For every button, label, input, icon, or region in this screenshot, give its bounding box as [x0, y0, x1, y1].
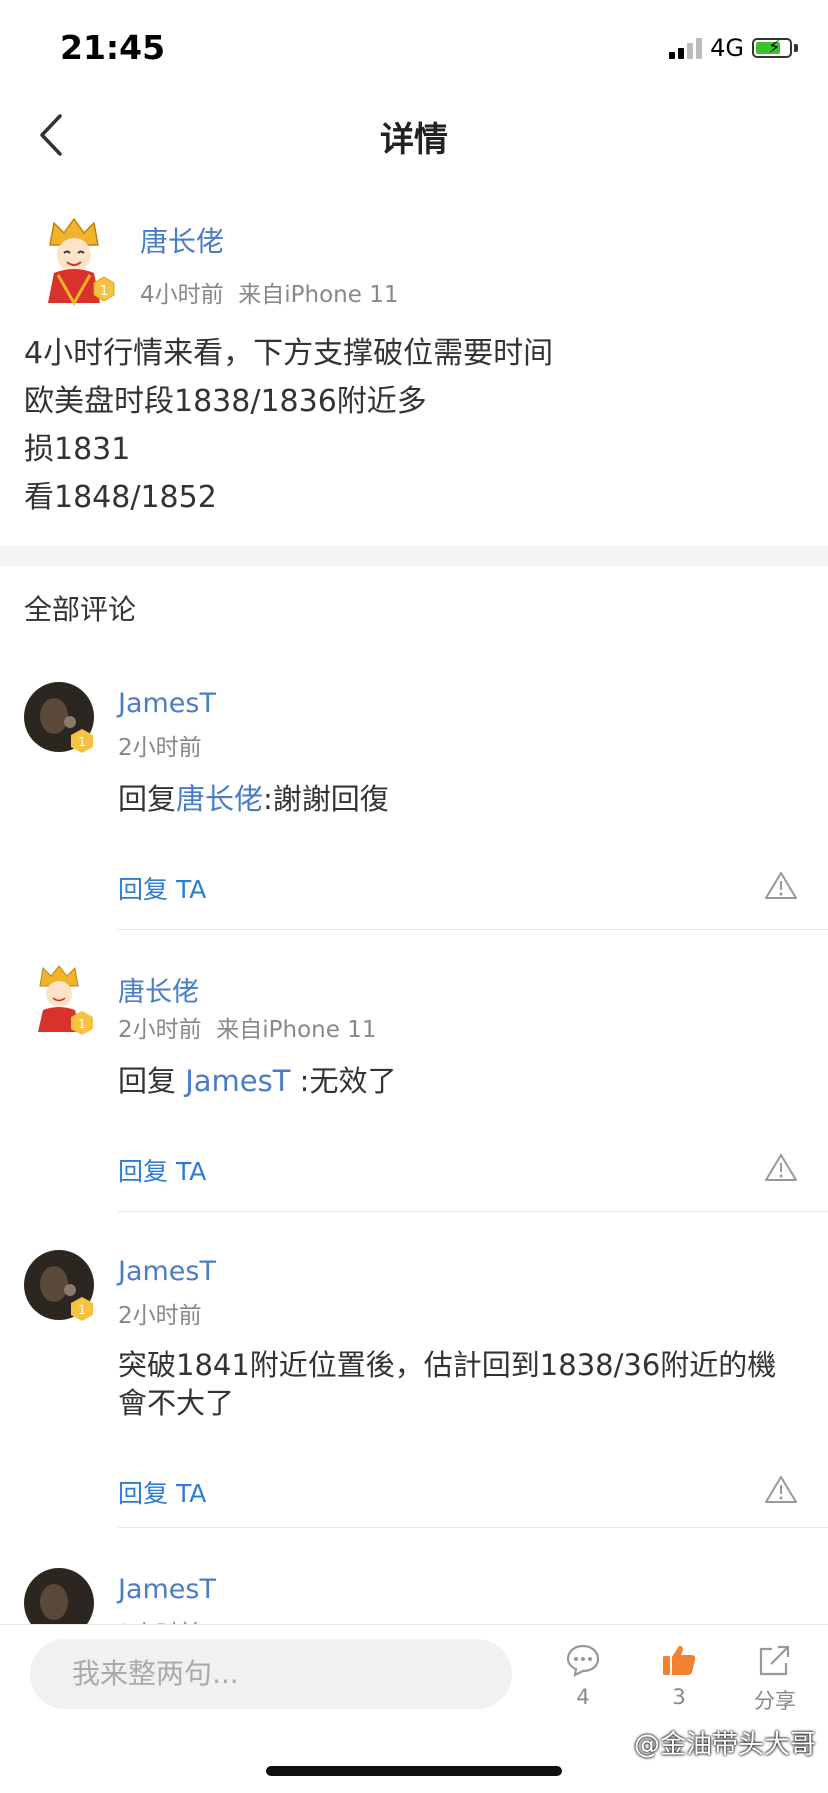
- author-avatar[interactable]: 1: [28, 215, 120, 307]
- post-meta: 4小时前 来自iPhone 11: [140, 275, 398, 309]
- watermark: @金油带头大哥: [633, 1730, 816, 1760]
- share-icon: [759, 1645, 790, 1676]
- svg-text:1: 1: [78, 1017, 86, 1031]
- home-indicator[interactable]: [266, 1766, 562, 1776]
- comment-count: 4: [576, 1685, 590, 1709]
- like-count: 3: [672, 1685, 686, 1709]
- battery-nub: [794, 44, 798, 52]
- report-warning-icon[interactable]: [764, 1152, 798, 1182]
- comment-text: 回复唐长佬:謝謝回復: [118, 782, 389, 816]
- thumbs-up-icon: [663, 1645, 696, 1675]
- commenter-avatar[interactable]: [24, 1568, 94, 1624]
- comment-input[interactable]: 我来整两句...: [30, 1639, 512, 1709]
- reply-button[interactable]: 回复 TA: [118, 870, 206, 906]
- level-badge-icon: 1: [71, 1297, 93, 1321]
- comment-source: 来自iPhone 11: [216, 1017, 377, 1043]
- post-source: 来自iPhone 11: [238, 282, 399, 308]
- commenter-name[interactable]: JamesT: [118, 1574, 216, 1605]
- commenter-name[interactable]: JamesT: [118, 688, 216, 719]
- commenter-name[interactable]: 唐长佬: [118, 970, 199, 1009]
- comments-heading: 全部评论: [24, 593, 137, 626]
- post-line: 4小时行情来看，下方支撑破位需要时间: [24, 336, 554, 371]
- signal-icon: [669, 37, 703, 59]
- like-button[interactable]: 3: [644, 1643, 714, 1709]
- svg-text:1: 1: [78, 1303, 86, 1317]
- page-title: 详情: [380, 120, 448, 160]
- network-label: 4G: [710, 34, 744, 62]
- comment-divider: [118, 1211, 828, 1212]
- mention-link[interactable]: JamesT: [185, 1064, 290, 1098]
- comment-time: 2小时前: [118, 735, 202, 761]
- comment-text: 回复 JamesT :无效了: [118, 1064, 397, 1098]
- status-icons: 4G ⚡: [669, 34, 798, 62]
- level-badge-text: 1: [100, 284, 108, 299]
- reply-button[interactable]: 回复 TA: [118, 1152, 206, 1188]
- comment-item: 1 JamesT 2小时前 回复唐长佬:謝謝回復 回复 TA: [0, 680, 828, 930]
- share-label: 分享: [754, 1689, 796, 1713]
- comment-item: JamesT 2小时前: [0, 1566, 828, 1624]
- commenter-name[interactable]: JamesT: [118, 1256, 216, 1287]
- share-button[interactable]: 分享: [740, 1643, 810, 1715]
- report-warning-icon[interactable]: [764, 1474, 798, 1504]
- level-badge-icon: 1: [71, 1011, 93, 1035]
- section-divider: [0, 546, 828, 566]
- post-author-name[interactable]: 唐长佬: [140, 220, 224, 260]
- comment-item: 1 JamesT 2小时前 突破1841附近位置後，估計回到1838/36附近的…: [0, 1248, 828, 1528]
- post-line: 欧美盘时段1838/1836附近多: [24, 384, 427, 419]
- reply-button[interactable]: 回复 TA: [118, 1474, 206, 1510]
- comment-time: 2小时前: [118, 1017, 202, 1043]
- comment-time: 2小时前: [118, 1303, 202, 1329]
- comment-time: 2小时前: [118, 1614, 202, 1624]
- comment-bubble-icon: [566, 1644, 600, 1677]
- comment-divider: [118, 1527, 828, 1528]
- comment-item: 1 唐长佬 2小时前 来自iPhone 11 回复 JamesT :无效了 回复…: [0, 962, 828, 1212]
- comment-meta: 2小时前 来自iPhone 11: [118, 1010, 376, 1044]
- comment-count-button[interactable]: 4: [548, 1643, 618, 1709]
- level-badge-icon: 1: [71, 729, 93, 753]
- post-content: 4小时行情来看，下方支撑破位需要时间 欧美盘时段1838/1836附近多 损18…: [24, 330, 553, 522]
- report-warning-icon[interactable]: [764, 870, 798, 900]
- mention-link[interactable]: 唐长佬: [176, 782, 263, 816]
- battery-icon: ⚡: [752, 37, 792, 58]
- post-line: 看1848/1852: [24, 480, 217, 515]
- comment-text: 突破1841附近位置後，估計回到1838/36附近的機會不大了: [118, 1348, 777, 1420]
- svg-text:1: 1: [78, 735, 86, 749]
- post-line: 损1831: [24, 432, 131, 467]
- post-time: 4小时前: [140, 282, 224, 308]
- comment-divider: [118, 929, 828, 930]
- status-time: 21:45: [60, 28, 166, 67]
